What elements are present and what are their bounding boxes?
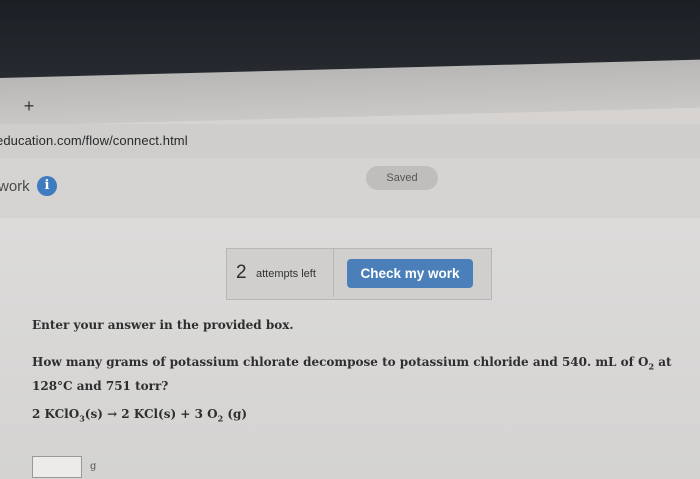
question-text-part1: How many grams of potassium chlorate dec… — [32, 355, 649, 369]
attempts-count: 2 — [236, 262, 247, 283]
equation-part1: 2 KClO — [32, 407, 80, 421]
question-text: How many grams of potassium chlorate dec… — [32, 352, 692, 396]
url-text[interactable]: education.com/flow/connect.html — [0, 133, 188, 148]
saved-status-badge: Saved — [366, 166, 438, 190]
equation-part2: (s) → 2 KCl(s) + 3 O — [84, 407, 218, 421]
app-header — [0, 158, 700, 219]
work-label: work — [0, 178, 30, 195]
info-icon[interactable]: i — [37, 176, 57, 196]
instruction-text: Enter your answer in the provided box. — [32, 318, 294, 332]
check-my-work-button[interactable]: Check my work — [347, 259, 473, 288]
chemical-equation: 2 KClO3(s) → 2 KCl(s) + 3 O2 (g) — [32, 407, 247, 423]
answer-unit: g — [90, 461, 97, 472]
attempts-label: attempts left — [256, 268, 316, 280]
equation-part3: (g) — [223, 407, 248, 421]
answer-input[interactable] — [32, 456, 82, 478]
new-tab-button[interactable]: + — [20, 96, 38, 117]
